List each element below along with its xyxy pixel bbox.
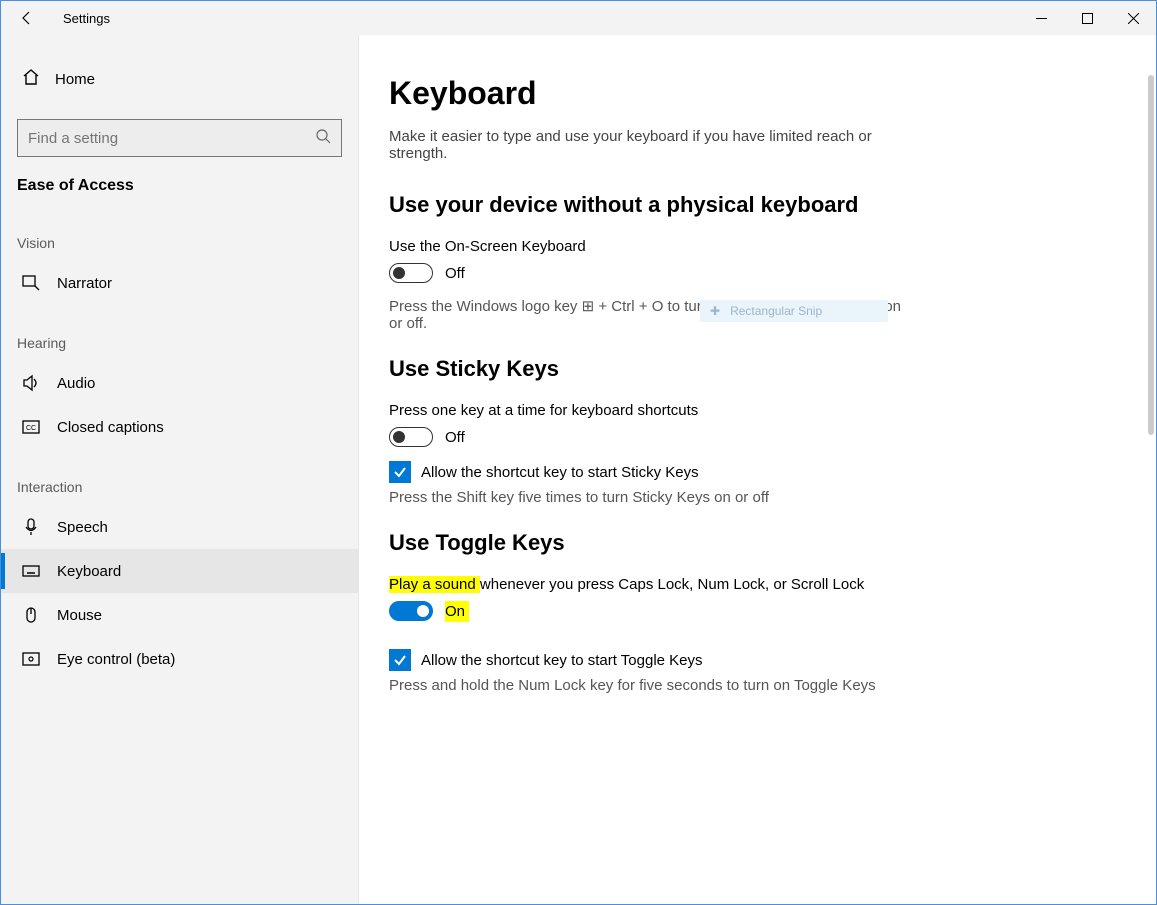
- minimize-button[interactable]: [1018, 1, 1064, 35]
- nav-label: Closed captions: [57, 419, 164, 436]
- togglekeys-toggle[interactable]: [389, 601, 433, 621]
- section-heading-1: Use your device without a physical keybo…: [389, 192, 1126, 218]
- sticky-label: Press one key at a time for keyboard sho…: [389, 402, 909, 419]
- cc-icon: CC: [21, 417, 41, 437]
- section-header: Ease of Access: [1, 177, 358, 195]
- close-button[interactable]: [1110, 1, 1156, 35]
- window-title: Settings: [63, 11, 110, 26]
- back-button[interactable]: [7, 1, 47, 35]
- keyboard-icon: [21, 561, 41, 581]
- togglekeys-shortcut-checkbox[interactable]: [389, 649, 411, 671]
- togglekeys-state: On: [445, 603, 469, 620]
- sticky-shortcut-checkbox[interactable]: [389, 461, 411, 483]
- group-interaction: Interaction: [1, 449, 358, 505]
- section-heading-2: Use Sticky Keys: [389, 356, 1126, 382]
- plus-icon: ✚: [710, 304, 720, 318]
- eye-icon: [21, 649, 41, 669]
- nav-keyboard[interactable]: Keyboard: [1, 549, 358, 593]
- sidebar: Home Ease of Access Vision Narrator Hear…: [1, 35, 359, 904]
- svg-text:CC: CC: [26, 425, 36, 432]
- home-nav[interactable]: Home: [1, 57, 358, 101]
- osk-state: Off: [445, 265, 465, 282]
- windows-logo-icon: ⊞: [582, 298, 595, 315]
- togglekeys-help: Press and hold the Num Lock key for five…: [389, 677, 909, 694]
- search-icon: [315, 128, 331, 148]
- maximize-button[interactable]: [1064, 1, 1110, 35]
- togglekeys-check-label: Allow the shortcut key to start Toggle K…: [421, 652, 703, 669]
- home-icon: [21, 67, 41, 91]
- nav-closed-captions[interactable]: CC Closed captions: [1, 405, 358, 449]
- home-label: Home: [55, 71, 95, 88]
- page-subtitle: Make it easier to type and use your keyb…: [389, 128, 909, 162]
- highlight-text: Play a sound: [389, 576, 480, 593]
- content-pane: Keyboard Make it easier to type and use …: [359, 35, 1156, 904]
- nav-label: Audio: [57, 375, 95, 392]
- audio-icon: [21, 373, 41, 393]
- sticky-toggle[interactable]: [389, 427, 433, 447]
- osk-label: Use the On-Screen Keyboard: [389, 238, 909, 255]
- nav-eye-control[interactable]: Eye control (beta): [1, 637, 358, 681]
- section-heading-3: Use Toggle Keys: [389, 530, 1126, 556]
- sticky-help: Press the Shift key five times to turn S…: [389, 489, 909, 506]
- search-input[interactable]: [28, 120, 301, 156]
- scrollbar[interactable]: [1148, 75, 1154, 435]
- group-hearing: Hearing: [1, 305, 358, 361]
- snip-tool-overlay: ✚ Rectangular Snip: [700, 300, 888, 322]
- nav-narrator[interactable]: Narrator: [1, 261, 358, 305]
- nav-label: Speech: [57, 519, 108, 536]
- titlebar: Settings: [1, 1, 1156, 35]
- page-title: Keyboard: [389, 75, 1126, 112]
- narrator-icon: [21, 273, 41, 293]
- microphone-icon: [21, 517, 41, 537]
- sticky-check-label: Allow the shortcut key to start Sticky K…: [421, 464, 699, 481]
- nav-label: Keyboard: [57, 563, 121, 580]
- nav-label: Narrator: [57, 275, 112, 292]
- group-vision: Vision: [1, 205, 358, 261]
- nav-audio[interactable]: Audio: [1, 361, 358, 405]
- nav-speech[interactable]: Speech: [1, 505, 358, 549]
- mouse-icon: [21, 605, 41, 625]
- togglekeys-label: Play a sound whenever you press Caps Loc…: [389, 576, 909, 593]
- snip-label: Rectangular Snip: [730, 304, 822, 318]
- nav-label: Eye control (beta): [57, 651, 175, 668]
- search-box[interactable]: [17, 119, 342, 157]
- nav-label: Mouse: [57, 607, 102, 624]
- osk-toggle[interactable]: [389, 263, 433, 283]
- sticky-state: Off: [445, 429, 465, 446]
- nav-mouse[interactable]: Mouse: [1, 593, 358, 637]
